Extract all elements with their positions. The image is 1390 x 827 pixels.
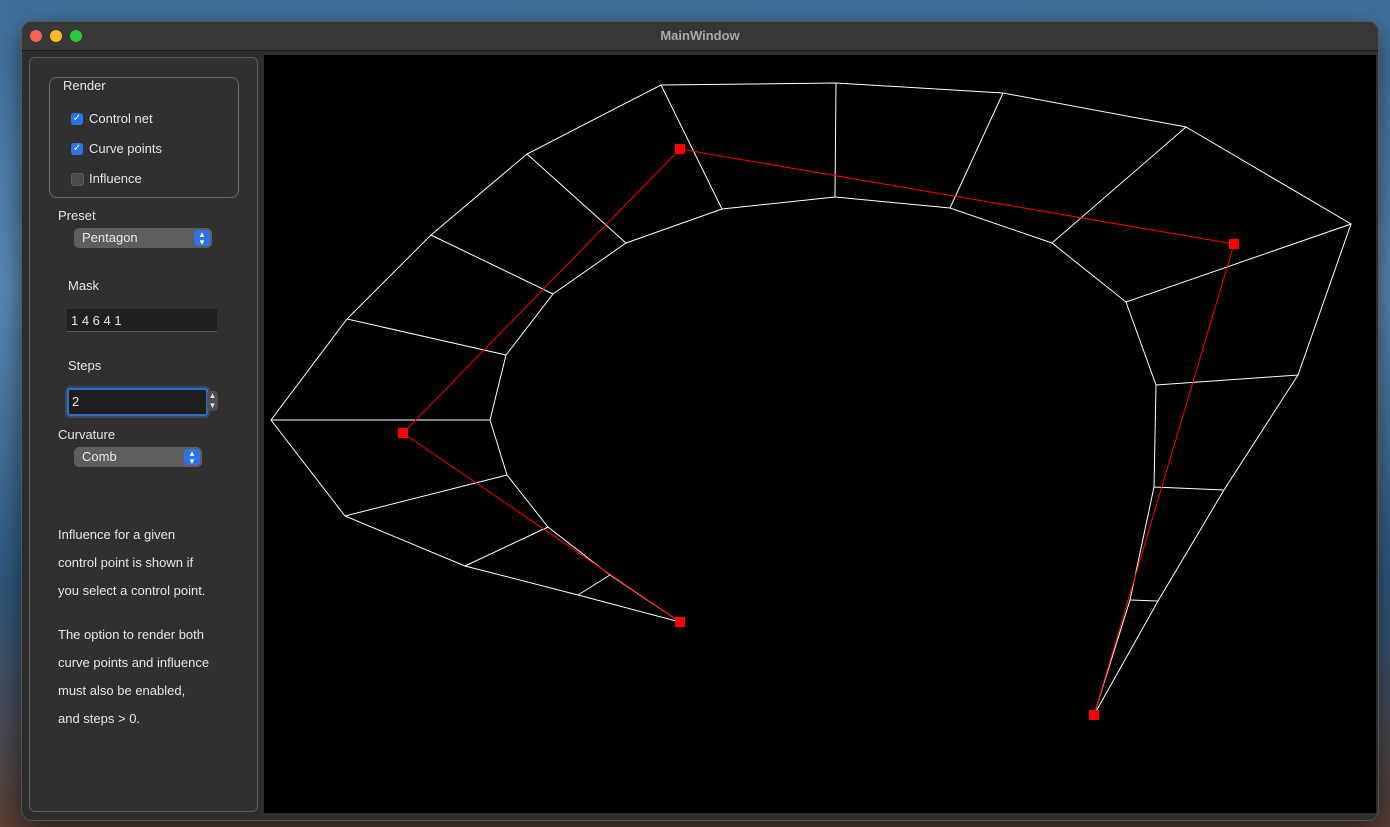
updown-chevron-icon: ▴ ▾ xyxy=(184,449,200,466)
control-net xyxy=(402,148,1235,716)
window-title: MainWindow xyxy=(660,28,740,43)
settings-panel: Render ✓ Control net ✓ Curve points Infl… xyxy=(29,57,258,812)
control-point[interactable] xyxy=(398,428,408,438)
curve-viewport[interactable] xyxy=(264,55,1376,813)
curvature-value: Comb xyxy=(82,449,117,464)
render-group: Render ✓ Control net ✓ Curve points Infl… xyxy=(49,77,239,198)
preset-label: Preset xyxy=(58,208,96,223)
steps-spinbox[interactable]: 2 xyxy=(67,388,208,416)
help-text-line: you select a control point. xyxy=(58,583,206,598)
help-text-line: must also be enabled, xyxy=(58,683,186,698)
render-group-title: Render xyxy=(63,78,106,93)
subdivision-curve xyxy=(489,196,1157,716)
help-text-line: Influence for a given xyxy=(58,527,176,542)
curve-points-label: Curve points xyxy=(89,141,162,156)
help-text-line: control point is shown if xyxy=(58,555,194,570)
stepper-chevron-icon: ▲ ▼ xyxy=(208,391,217,410)
help-text-line: curve points and influence xyxy=(58,655,210,670)
curve-points-check-icon[interactable]: ✓ xyxy=(71,143,83,155)
influence-check-icon[interactable] xyxy=(71,173,84,186)
control-point[interactable] xyxy=(1229,239,1239,249)
control-net-label: Control net xyxy=(89,111,153,126)
help-text-line: and steps > 0. xyxy=(58,711,141,726)
preset-select[interactable]: Pentagon ▴ ▾ xyxy=(74,228,212,248)
comb-outer-edge xyxy=(270,82,1352,716)
steps-stepper[interactable]: ▲ ▼ xyxy=(207,391,218,411)
preset-value: Pentagon xyxy=(82,230,138,245)
influence-label: Influence xyxy=(89,171,142,186)
mask-label: Mask xyxy=(68,278,100,293)
mask-input[interactable]: 1 4 6 4 1 xyxy=(67,309,217,332)
comb-teeth xyxy=(271,82,1352,602)
render-canvas[interactable] xyxy=(264,55,1376,813)
curvature-select[interactable]: Comb ▴ ▾ xyxy=(74,447,202,467)
steps-label: Steps xyxy=(68,358,102,373)
help-text-line: The option to render both xyxy=(58,627,204,642)
steps-value: 2 xyxy=(72,394,80,409)
control-net-check-icon[interactable]: ✓ xyxy=(71,113,83,125)
control-point[interactable] xyxy=(675,617,685,627)
control-point[interactable] xyxy=(675,144,685,154)
curvature-label: Curvature xyxy=(58,427,116,442)
control-point[interactable] xyxy=(1089,710,1099,720)
mask-value: 1 4 6 4 1 xyxy=(71,313,122,328)
updown-chevron-icon: ▴ ▾ xyxy=(194,230,210,247)
title-bar: MainWindow xyxy=(22,22,1378,51)
control-points[interactable] xyxy=(398,144,1239,720)
main-window: MainWindow Render ✓ Control net ✓ Curve … xyxy=(22,22,1378,820)
